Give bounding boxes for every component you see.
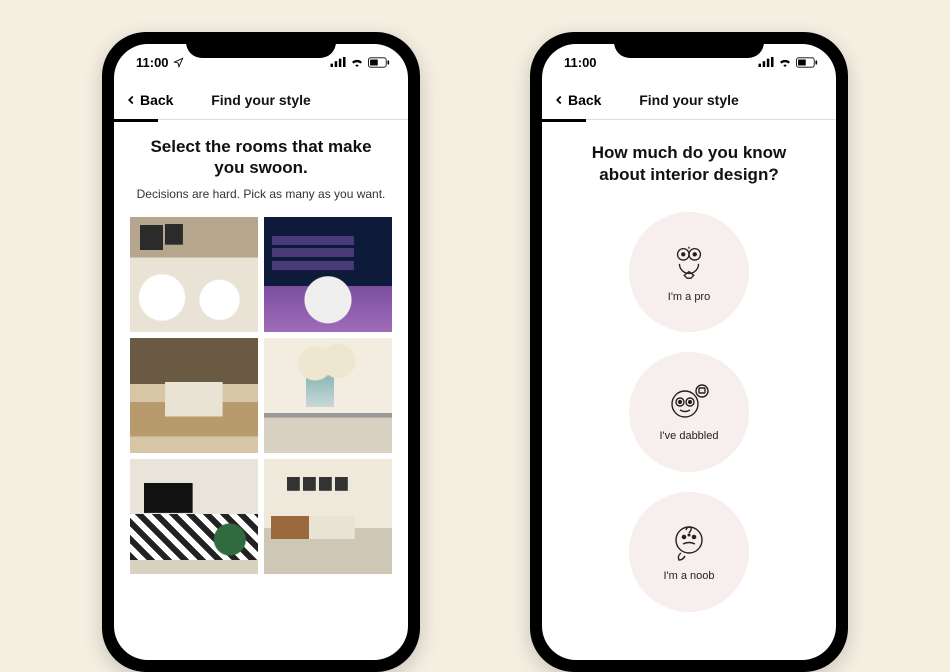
nav-title: Find your style [639,92,739,108]
room-tile-3[interactable] [130,338,258,453]
page-heading: Select the rooms that make you swoon. [130,136,392,179]
option-dabbled[interactable]: I've dabbled [629,352,749,472]
dabbled-face-icon [667,382,711,422]
page-heading: How much do you know about interior desi… [558,142,820,186]
status-time: 11:00 [136,55,169,70]
progress-bar [114,119,408,122]
back-button[interactable]: Back [542,92,601,108]
phone-right: 11:00 Back Find your style How much do y… [530,32,848,672]
back-button[interactable]: Back [114,92,173,108]
room-tile-1[interactable] [130,217,258,332]
room-tile-5[interactable] [130,459,258,574]
page-subheading: Decisions are hard. Pick as many as you … [130,187,392,201]
nav-bar: Back Find your style [542,80,836,120]
room-tile-4[interactable] [264,338,392,453]
noob-face-icon [669,522,709,562]
pro-face-icon [669,241,709,283]
location-arrow-icon [173,57,184,68]
option-pro[interactable]: I'm a pro [629,212,749,332]
screen-left: 11:00 Back Find your style Select the [114,44,408,660]
progress-bar [542,119,836,122]
cellular-signal-icon [330,57,346,67]
chevron-left-icon [124,92,138,108]
wifi-icon [350,57,364,67]
battery-icon [796,57,818,68]
cellular-signal-icon [758,57,774,67]
option-label: I'm a pro [668,291,710,303]
phone-left: 11:00 Back Find your style Select the [102,32,420,672]
room-grid [130,217,392,575]
back-label: Back [140,92,173,108]
device-notch [186,32,336,58]
option-label: I've dabbled [660,430,719,442]
room-tile-6[interactable] [264,459,392,574]
device-notch [614,32,764,58]
chevron-left-icon [552,92,566,108]
option-label: I'm a noob [663,570,714,582]
knowledge-options: I'm a pro I've dabbled [558,212,820,612]
option-noob[interactable]: I'm a noob [629,492,749,612]
back-label: Back [568,92,601,108]
status-time: 11:00 [564,55,597,70]
wifi-icon [778,57,792,67]
nav-bar: Back Find your style [114,80,408,120]
room-tile-2[interactable] [264,217,392,332]
battery-icon [368,57,390,68]
screen-right: 11:00 Back Find your style How much do y… [542,44,836,660]
nav-title: Find your style [211,92,311,108]
